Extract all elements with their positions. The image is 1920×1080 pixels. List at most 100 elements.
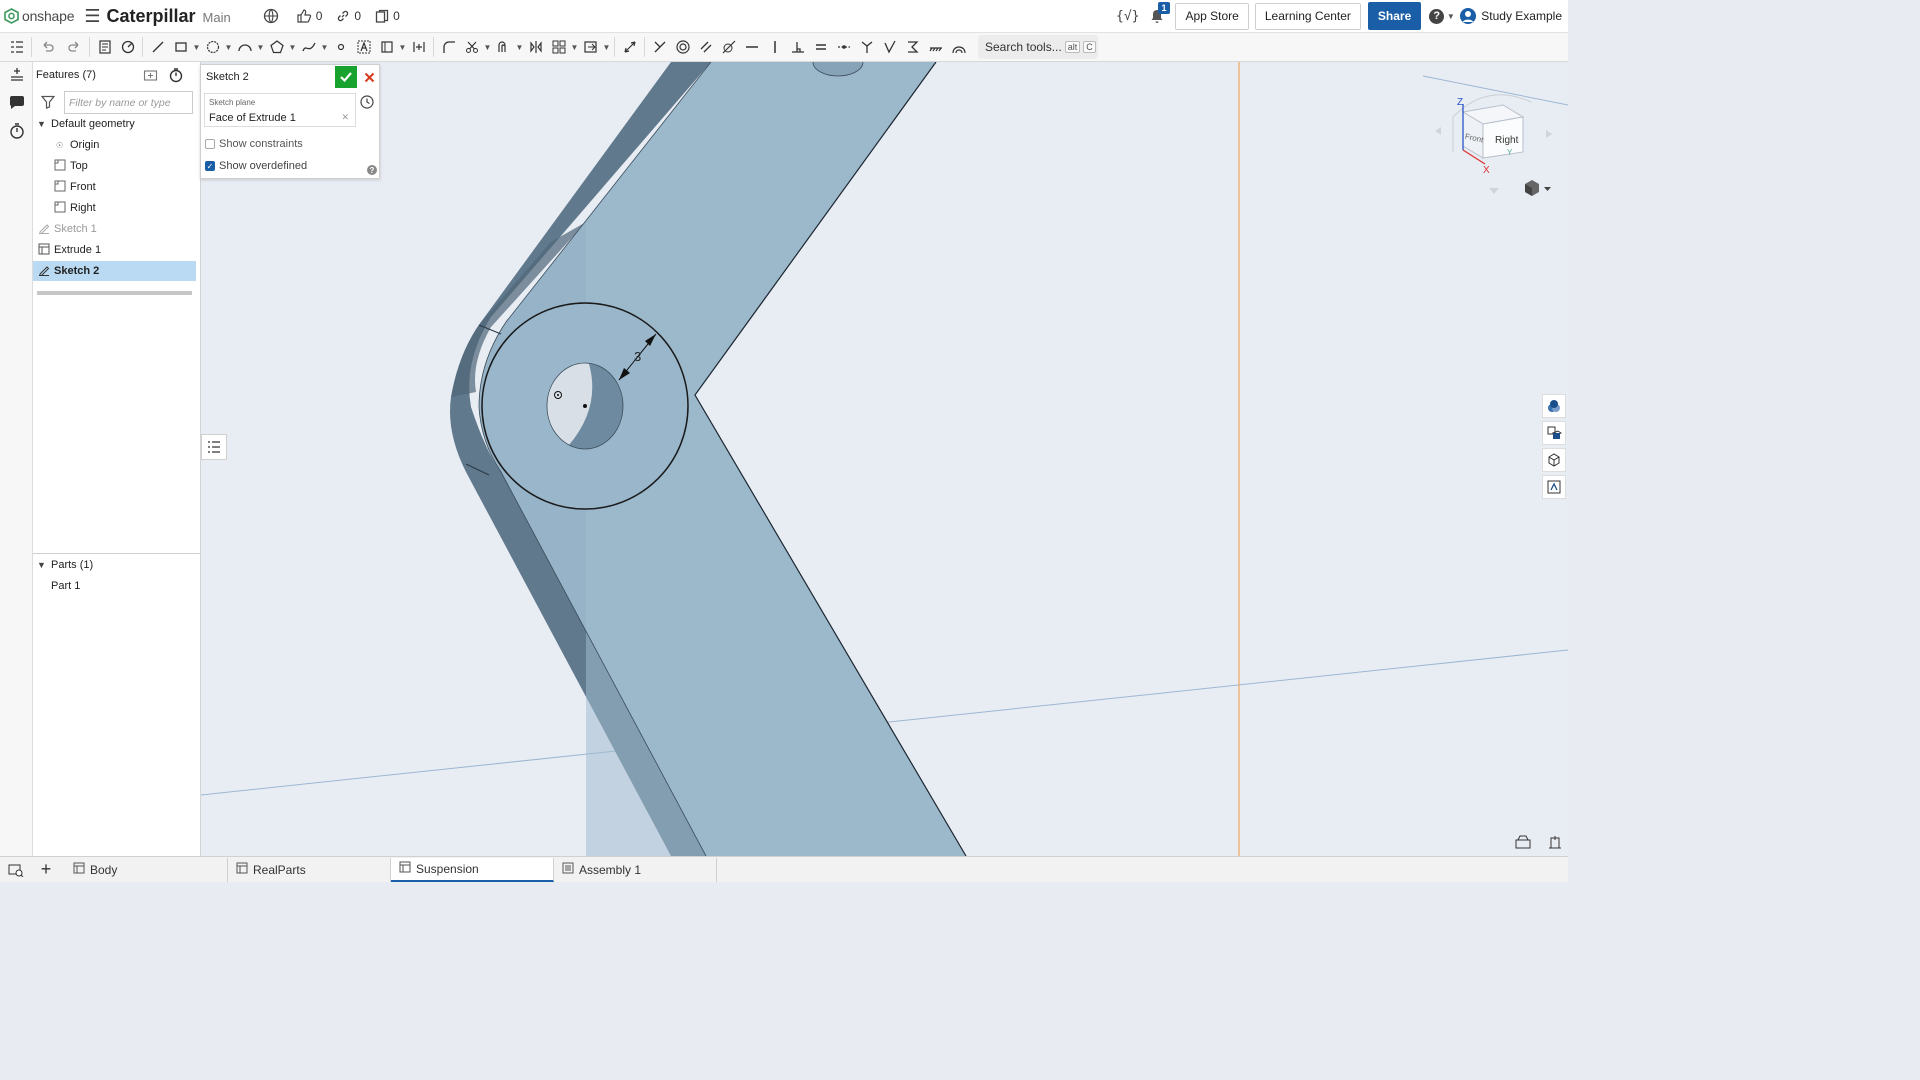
symmetric-icon[interactable] — [901, 36, 924, 59]
curvature-icon[interactable] — [947, 36, 970, 59]
feature-origin[interactable]: ☉ Origin — [33, 135, 196, 155]
model-canvas[interactable]: 3 Front Right Z X Y — [201, 62, 1568, 856]
filter-icon[interactable] — [40, 95, 56, 114]
view-cube-arrow-right[interactable] — [1546, 130, 1552, 138]
dimension-value[interactable]: 3 — [634, 349, 641, 364]
part-item[interactable]: Part 1 — [33, 576, 196, 596]
horizontal-icon[interactable] — [740, 36, 763, 59]
hamburger-menu-icon[interactable]: ☰ — [84, 6, 100, 27]
offset-caret-icon[interactable]: ▼ — [515, 43, 524, 52]
onshape-logo[interactable]: onshape — [4, 8, 75, 24]
help-caret-icon[interactable]: ▼ — [1446, 12, 1455, 21]
named-views-icon[interactable] — [1515, 835, 1531, 849]
show-overdefined-checkbox[interactable]: ✓ — [205, 161, 215, 171]
add-folder-icon[interactable] — [143, 68, 159, 87]
feature-sketch-2[interactable]: Sketch 2 — [33, 261, 196, 281]
view-mode-icon[interactable] — [1525, 180, 1551, 196]
fix-icon[interactable] — [924, 36, 947, 59]
midpoint-icon[interactable] — [832, 36, 855, 59]
section-view-icon[interactable] — [1549, 836, 1561, 849]
pattern-icon[interactable] — [547, 36, 570, 59]
panel-divider[interactable] — [33, 553, 200, 554]
rollback-bar[interactable] — [37, 291, 192, 295]
view-cube-right[interactable]: Right — [1495, 135, 1519, 146]
construction-caret-icon[interactable]: ▼ — [398, 43, 407, 52]
tangent-icon[interactable] — [717, 36, 740, 59]
tab-suspension[interactable]: Suspension — [391, 857, 554, 882]
insert-feature-icon[interactable] — [8, 66, 26, 84]
circle-center-point[interactable] — [583, 404, 587, 408]
tab-assembly-1[interactable]: Assembly 1 — [554, 857, 717, 882]
show-overdefined-option[interactable]: ✓ Show overdefined — [205, 160, 307, 172]
polygon-icon[interactable] — [265, 36, 288, 59]
text-icon[interactable] — [352, 36, 375, 59]
show-constraints-checkbox[interactable] — [205, 139, 215, 149]
notifications-bell-icon[interactable]: 1 — [1149, 2, 1170, 24]
history-timer-icon[interactable] — [8, 122, 26, 140]
tab-realparts[interactable]: RealParts — [228, 857, 391, 882]
chevron-down-icon[interactable]: ▼ — [37, 119, 47, 129]
mirror-icon[interactable] — [524, 36, 547, 59]
trim-caret-icon[interactable]: ▼ — [483, 43, 492, 52]
undo-icon[interactable] — [35, 36, 58, 59]
help-icon[interactable]: ? — [1429, 8, 1445, 24]
feature-front-plane[interactable]: Front — [33, 177, 196, 197]
normal-icon[interactable] — [855, 36, 878, 59]
arc-icon[interactable] — [233, 36, 256, 59]
copy-icon[interactable] — [375, 9, 389, 24]
document-title[interactable]: Caterpillar — [106, 6, 195, 27]
parts-folder[interactable]: ▼ Parts (1) — [33, 555, 196, 575]
branch-name[interactable]: Main — [203, 10, 231, 25]
user-name[interactable]: Study Example — [1481, 9, 1562, 23]
sketch-mode-icon[interactable] — [93, 36, 116, 59]
default-geometry-folder[interactable]: ▼ Default geometry — [33, 114, 196, 134]
graphics-viewport[interactable]: 3 Front Right Z X Y — [201, 62, 1568, 856]
construction-icon[interactable] — [375, 36, 398, 59]
concentric-icon[interactable] — [671, 36, 694, 59]
use-icon[interactable] — [116, 36, 139, 59]
point-icon[interactable] — [329, 36, 352, 59]
dxf-caret-icon[interactable]: ▼ — [602, 43, 611, 52]
normal-to-sketch-icon[interactable] — [407, 36, 430, 59]
feature-sketch-1[interactable]: Sketch 1 — [33, 219, 196, 239]
tab-manager-icon[interactable] — [0, 858, 32, 882]
chevron-down-icon[interactable]: ▼ — [37, 560, 47, 570]
comments-icon[interactable] — [8, 94, 26, 112]
parallel-icon[interactable] — [694, 36, 717, 59]
view-cube-arrow-down[interactable] — [1489, 188, 1499, 194]
arc-caret-icon[interactable]: ▼ — [256, 43, 265, 52]
feature-filter-input[interactable]: Filter by name or type — [64, 91, 193, 114]
cancel-sketch-button[interactable] — [361, 66, 377, 88]
offset-icon[interactable] — [492, 36, 515, 59]
feature-extrude-1[interactable]: Extrude 1 — [33, 240, 196, 260]
configuration-icon[interactable] — [1542, 421, 1566, 445]
spline-caret-icon[interactable]: ▼ — [320, 43, 329, 52]
user-avatar-icon[interactable] — [1459, 7, 1477, 25]
dimension-icon[interactable] — [618, 36, 641, 59]
pattern-caret-icon[interactable]: ▼ — [570, 43, 579, 52]
mass-properties-icon[interactable] — [1542, 448, 1566, 472]
learning-center-button[interactable]: Learning Center — [1254, 2, 1361, 30]
coincident-icon[interactable] — [648, 36, 671, 59]
circle-caret-icon[interactable]: ▼ — [224, 43, 233, 52]
clear-selection-icon[interactable]: ✕ — [341, 112, 349, 123]
sketch-list-toggle-icon[interactable] — [201, 434, 227, 460]
tab-body[interactable]: Body — [65, 857, 228, 882]
spline-icon[interactable] — [297, 36, 320, 59]
variables-icon[interactable] — [1542, 475, 1566, 499]
sketch-plane-field[interactable]: Sketch plane Face of Extrude 1 ✕ — [204, 93, 356, 127]
share-button[interactable]: Share — [1367, 2, 1422, 30]
dxf-import-icon[interactable] — [579, 36, 602, 59]
confirm-sketch-button[interactable] — [335, 66, 357, 88]
rollback-timer-icon[interactable] — [168, 67, 184, 88]
show-constraints-option[interactable]: Show constraints — [205, 138, 303, 150]
feature-list-toggle-icon[interactable] — [5, 36, 28, 59]
add-tab-icon[interactable]: + — [34, 858, 58, 882]
variable-icon[interactable]: {√} — [1116, 9, 1139, 24]
equal-icon[interactable] — [809, 36, 832, 59]
redo-icon[interactable] — [63, 36, 86, 59]
link-icon[interactable] — [336, 9, 350, 23]
circle-icon[interactable] — [201, 36, 224, 59]
polygon-caret-icon[interactable]: ▼ — [288, 43, 297, 52]
trim-icon[interactable] — [460, 36, 483, 59]
